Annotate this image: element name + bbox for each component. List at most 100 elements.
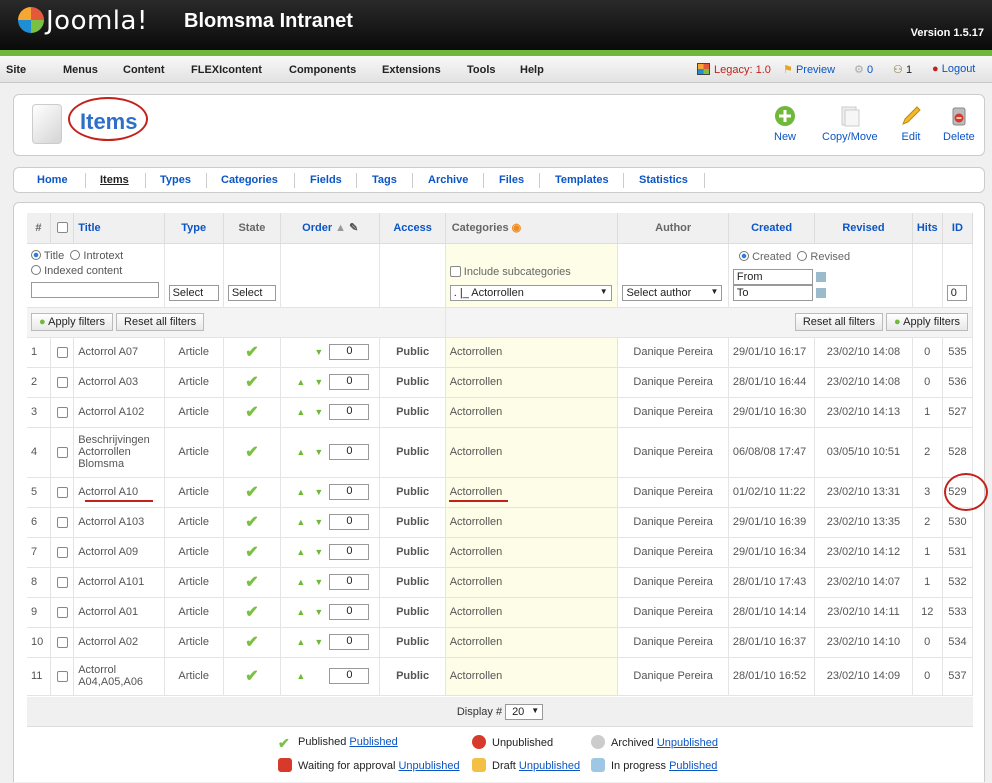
search-input[interactable] <box>31 281 159 298</box>
item-title-link[interactable]: Actorrol A01 <box>73 597 165 628</box>
access-link[interactable]: Public <box>379 567 446 598</box>
col-access[interactable]: Access <box>379 213 446 244</box>
col-order[interactable]: Order ▲ ✎ <box>280 213 381 244</box>
category-link[interactable]: Actorrollen <box>445 657 619 696</box>
order-input[interactable]: 0 <box>329 344 370 360</box>
order-input[interactable]: 0 <box>329 574 370 590</box>
subnav-tags[interactable]: Tags <box>372 174 397 186</box>
order-input[interactable]: 0 <box>329 604 370 620</box>
move-up-icon[interactable]: ▲ <box>296 447 305 457</box>
order-input[interactable]: 0 <box>329 634 370 650</box>
category-link[interactable]: Actorrollen <box>445 337 619 368</box>
delete-button[interactable]: Delete <box>943 105 975 143</box>
move-up-icon[interactable]: ▲ <box>296 637 305 647</box>
move-down-icon[interactable]: ▼ <box>314 407 323 417</box>
row-checkbox[interactable] <box>56 486 68 498</box>
order-input[interactable]: 0 <box>329 404 370 420</box>
col-hits[interactable]: Hits <box>912 213 943 244</box>
copy-move-button[interactable]: Copy/Move <box>822 105 878 143</box>
apply-filters-button-right[interactable]: ● Apply filters <box>886 313 968 331</box>
row-checkbox[interactable] <box>56 606 68 618</box>
apply-filters-button[interactable]: ● Apply filters <box>31 313 113 331</box>
category-link[interactable]: Actorrollen <box>445 427 619 478</box>
preview-link[interactable]: ⚑ Preview <box>783 63 835 76</box>
online-users[interactable]: ⚇ 1 <box>893 63 912 76</box>
access-link[interactable]: Public <box>379 657 446 696</box>
order-input[interactable]: 0 <box>329 514 370 530</box>
select-all-checkbox[interactable] <box>56 222 68 234</box>
move-down-icon[interactable]: ▼ <box>314 447 323 457</box>
access-link[interactable]: Public <box>379 597 446 628</box>
category-link[interactable]: Actorrollen <box>445 477 619 508</box>
reset-filters-button-right[interactable]: Reset all filters <box>794 313 883 331</box>
move-up-icon[interactable]: ▲ <box>296 607 305 617</box>
published-icon[interactable]: ✔ <box>245 574 258 591</box>
category-filter-select[interactable]: . |_ Actorrollen ▼ <box>449 284 612 301</box>
messages-link[interactable]: ⚙ 0 <box>854 63 873 76</box>
state-filter-select[interactable]: Select▼ <box>227 284 277 301</box>
subnav-files[interactable]: Files <box>499 174 524 186</box>
order-input[interactable]: 0 <box>329 484 370 500</box>
subnav-statistics[interactable]: Statistics <box>639 174 688 186</box>
date-created-radio[interactable] <box>739 250 750 261</box>
author-filter-select[interactable]: Select author ▼ <box>622 284 723 301</box>
access-link[interactable]: Public <box>379 477 446 508</box>
subnav-home[interactable]: Home <box>37 174 68 186</box>
move-down-icon[interactable]: ▼ <box>314 547 323 557</box>
date-from-input[interactable]: From <box>732 268 813 285</box>
subnav-types[interactable]: Types <box>160 174 191 186</box>
col-id[interactable]: ID <box>942 213 974 244</box>
row-checkbox[interactable] <box>56 406 68 418</box>
item-title-link[interactable]: Beschrijvingen Actorrollen Blomsma <box>73 427 165 478</box>
item-title-link[interactable]: Actorrol A102 <box>73 397 165 428</box>
published-icon[interactable]: ✔ <box>245 374 258 391</box>
published-icon[interactable]: ✔ <box>245 544 258 561</box>
include-subcategories-checkbox[interactable] <box>449 266 461 278</box>
row-checkbox[interactable] <box>56 636 68 648</box>
move-up-icon[interactable]: ▲ <box>296 487 305 497</box>
subnav-fields[interactable]: Fields <box>310 174 342 186</box>
access-link[interactable]: Public <box>379 537 446 568</box>
order-input[interactable]: 0 <box>329 444 370 460</box>
move-down-icon[interactable]: ▼ <box>314 377 323 387</box>
search-indexed-radio[interactable] <box>31 264 41 275</box>
menu-components[interactable]: Components <box>289 64 356 76</box>
access-link[interactable]: Public <box>379 367 446 398</box>
row-checkbox[interactable] <box>56 670 68 682</box>
subnav-items[interactable]: Items <box>100 174 129 186</box>
item-title-link[interactable]: Actorrol A101 <box>73 567 165 598</box>
order-input[interactable]: 0 <box>329 544 370 560</box>
search-title-radio[interactable] <box>31 249 41 260</box>
calendar-icon[interactable] <box>815 271 826 282</box>
access-link[interactable]: Public <box>379 627 446 658</box>
item-title-link[interactable]: Actorrol A02 <box>73 627 165 658</box>
move-down-icon[interactable]: ▼ <box>314 347 323 357</box>
published-icon[interactable]: ✔ <box>245 634 258 651</box>
subnav-categories[interactable]: Categories <box>221 174 278 186</box>
row-checkbox[interactable] <box>56 446 68 458</box>
move-down-icon[interactable]: ▼ <box>314 517 323 527</box>
edit-button[interactable]: Edit <box>900 105 922 143</box>
calendar-icon[interactable] <box>815 287 826 298</box>
save-order-icon[interactable]: ✎ <box>349 222 358 234</box>
new-button[interactable]: New <box>774 105 796 143</box>
item-title-link[interactable]: Actorrol A10 <box>73 477 165 508</box>
date-to-input[interactable]: To <box>732 284 813 301</box>
move-up-icon[interactable]: ▲ <box>296 547 305 557</box>
access-link[interactable]: Public <box>379 507 446 538</box>
published-icon[interactable]: ✔ <box>245 444 258 461</box>
move-up-icon[interactable]: ▲ <box>296 517 305 527</box>
logout-link[interactable]: ● Logout <box>932 63 975 75</box>
subnav-templates[interactable]: Templates <box>555 174 609 186</box>
row-checkbox[interactable] <box>56 546 68 558</box>
legacy-link[interactable]: Legacy: 1.0 <box>697 63 771 76</box>
item-title-link[interactable]: Actorrol A07 <box>73 337 165 368</box>
category-link[interactable]: Actorrollen <box>445 567 619 598</box>
order-input[interactable]: 0 <box>329 668 370 684</box>
display-limit-select[interactable]: 20 ▼ <box>505 704 544 720</box>
type-filter-select[interactable]: Select▼ <box>168 284 219 301</box>
item-title-link[interactable]: Actorrol A04,A05,A06 <box>73 657 165 696</box>
category-link[interactable]: Actorrollen <box>445 367 619 398</box>
menu-tools[interactable]: Tools <box>467 64 496 76</box>
row-checkbox[interactable] <box>56 346 68 358</box>
